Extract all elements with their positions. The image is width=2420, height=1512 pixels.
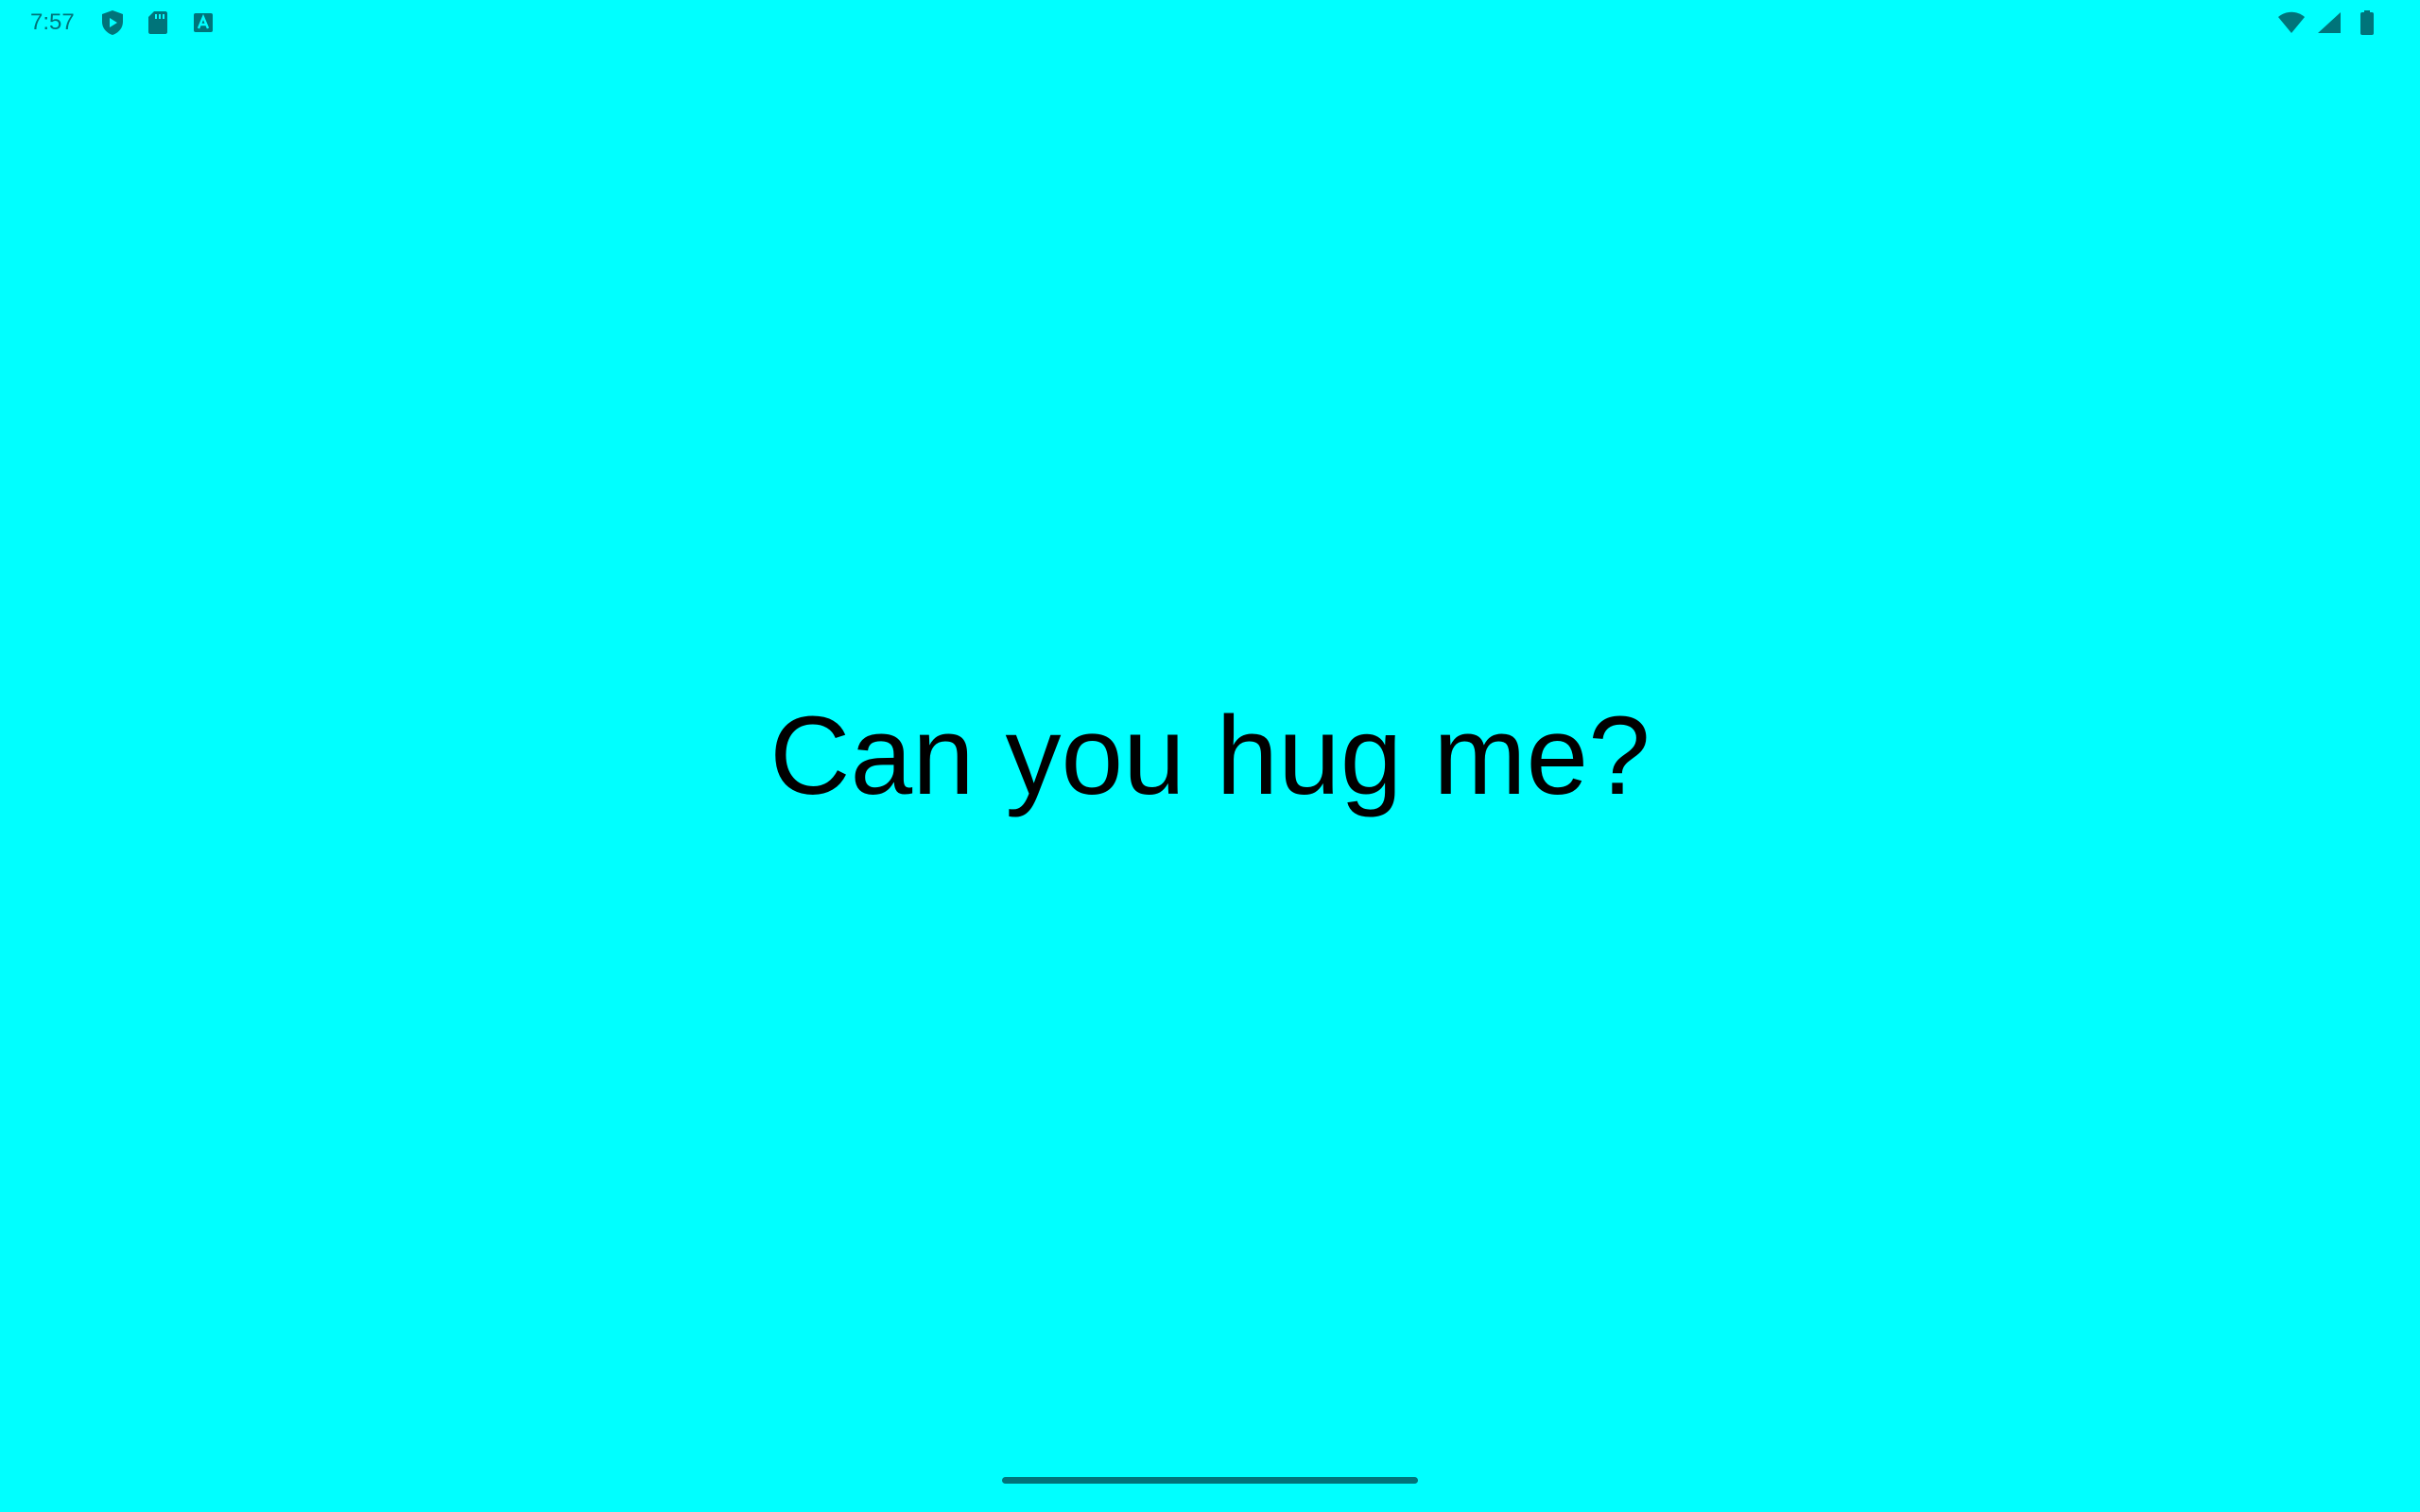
status-time: 7:57 <box>30 9 75 35</box>
status-bar-right <box>2276 8 2382 38</box>
app-screen: 7:57 Can you hug me? <box>0 0 2420 1512</box>
gesture-nav-handle[interactable] <box>1002 1477 1418 1484</box>
status-bar: 7:57 <box>0 0 2420 45</box>
text-a-icon <box>188 8 218 38</box>
battery-icon <box>2352 8 2382 38</box>
status-bar-left: 7:57 <box>30 8 218 38</box>
shield-play-icon <box>97 8 128 38</box>
wifi-icon <box>2276 8 2307 38</box>
cellular-signal-icon <box>2314 8 2344 38</box>
sd-card-icon <box>143 8 173 38</box>
main-message: Can you hug me? <box>769 694 1651 818</box>
